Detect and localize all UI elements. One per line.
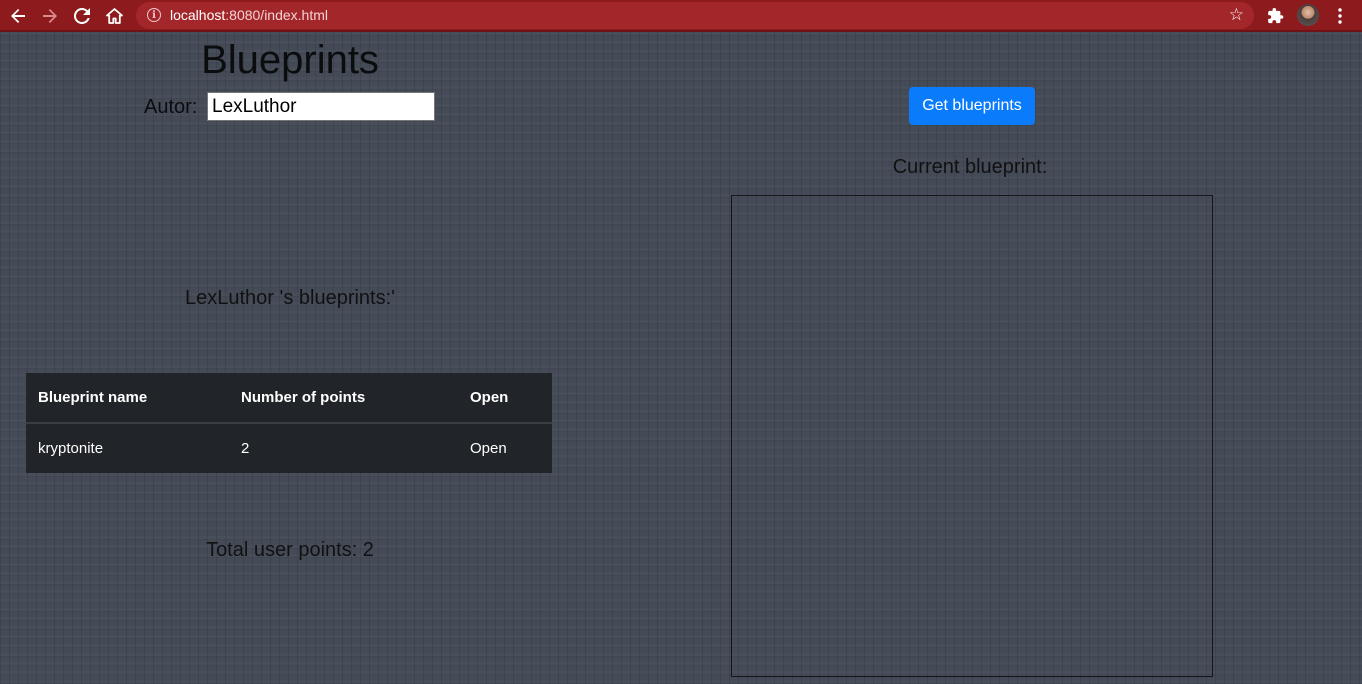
kebab-menu-icon[interactable] [1328, 4, 1352, 28]
blueprint-canvas[interactable] [731, 195, 1213, 677]
page-title: Blueprints [201, 38, 379, 82]
table-header-row: Blueprint name Number of points Open [26, 373, 552, 424]
table-row: kryptonite 2 Open [26, 423, 552, 473]
back-icon[interactable] [6, 4, 30, 28]
header-open: Open [458, 373, 552, 424]
total-points-heading: Total user points: 2 [206, 539, 374, 561]
open-blueprint-link[interactable]: Open [470, 440, 507, 457]
author-blueprints-heading: LexLuthor 's blueprints:' [185, 287, 395, 309]
current-blueprint-heading: Current blueprint: [892, 156, 1048, 178]
autor-input[interactable] [207, 92, 435, 121]
info-icon[interactable]: i [147, 8, 161, 22]
autor-label: Autor: [144, 96, 198, 118]
forward-icon[interactable] [38, 4, 62, 28]
address-bar[interactable]: i localhost:8080/index.html ☆ [136, 2, 1254, 29]
reload-icon[interactable] [70, 4, 94, 28]
star-icon[interactable]: ☆ [1229, 5, 1244, 25]
cell-open: Open [458, 423, 552, 473]
get-blueprints-button[interactable]: Get blueprints [909, 87, 1035, 125]
browser-toolbar: i localhost:8080/index.html ☆ [0, 0, 1362, 32]
header-blueprint-name: Blueprint name [26, 373, 229, 424]
cell-blueprint-name: kryptonite [38, 440, 104, 457]
header-number-of-points: Number of points [229, 373, 458, 424]
blueprints-table: Blueprint name Number of points Open kry… [26, 373, 552, 473]
puzzle-icon[interactable] [1264, 4, 1288, 28]
profile-avatar[interactable] [1297, 4, 1319, 26]
cell-number-of-points: 2 [241, 440, 250, 457]
url-text: localhost:8080/index.html [170, 7, 328, 23]
home-icon[interactable] [102, 4, 126, 28]
